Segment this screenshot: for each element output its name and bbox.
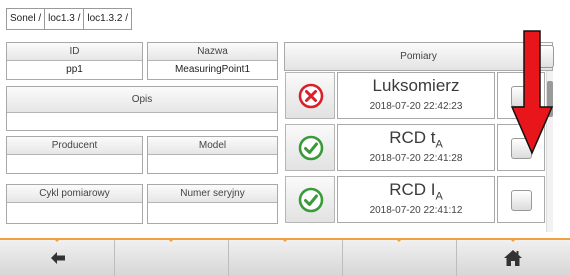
id-field[interactable]: ID pp1: [6, 42, 143, 80]
list-item[interactable]: Luksomierz 2018-07-20 22:42:23: [284, 71, 546, 120]
error-icon: [298, 83, 324, 109]
check-icon: [298, 187, 324, 213]
producent-field[interactable]: Producent: [6, 136, 143, 174]
toolbar-divider: [228, 240, 229, 276]
nazwa-label: Nazwa: [148, 43, 277, 61]
cykl-value[interactable]: [7, 203, 142, 221]
home-button[interactable]: [456, 240, 570, 276]
measurement-info[interactable]: Luksomierz 2018-07-20 22:42:23: [337, 72, 495, 119]
row-check-cell[interactable]: [497, 176, 545, 223]
toolbar-notch: [281, 238, 289, 242]
status-cell: [285, 72, 335, 119]
model-label: Model: [148, 137, 277, 155]
measurement-name: RCD tA: [389, 128, 443, 151]
toolbar-divider: [456, 240, 457, 276]
measurement-date: 2018-07-20 22:41:28: [369, 153, 463, 164]
measurement-name: RCD IA: [389, 180, 443, 203]
breadcrumb-item-loc1-3[interactable]: loc1.3 /: [44, 9, 83, 29]
measurement-name: Luksomierz: [372, 76, 460, 95]
back-arrow-icon: [51, 252, 65, 264]
measurement-info[interactable]: RCD IA 2018-07-20 22:41:12: [337, 176, 495, 223]
producent-value[interactable]: [7, 155, 142, 173]
cykl-label: Cykl pomiarowy: [7, 185, 142, 203]
numer-label: Numer seryjny: [148, 185, 277, 203]
model-value[interactable]: [148, 155, 277, 173]
measurements-list: Luksomierz 2018-07-20 22:42:23 RCD tA 20…: [284, 71, 546, 232]
nazwa-field[interactable]: Nazwa MeasuringPoint1: [147, 42, 278, 80]
model-field[interactable]: Model: [147, 136, 278, 174]
measurement-date: 2018-07-20 22:41:12: [369, 205, 463, 216]
back-button[interactable]: [0, 240, 114, 276]
red-arrow-icon: [510, 30, 554, 155]
cykl-field[interactable]: Cykl pomiarowy: [6, 184, 143, 224]
producent-label: Producent: [7, 137, 142, 155]
opis-value[interactable]: [7, 113, 277, 131]
breadcrumb-item-loc1-3-2[interactable]: loc1.3.2 /: [83, 9, 131, 29]
toolbar-button-3[interactable]: [228, 240, 342, 276]
status-cell: [285, 176, 335, 223]
id-label: ID: [7, 43, 142, 61]
numer-value[interactable]: [148, 203, 277, 221]
app-root: Sonel / loc1.3 / loc1.3.2 / ID pp1 Nazwa…: [0, 0, 570, 276]
bottom-toolbar: [0, 238, 570, 276]
numer-field[interactable]: Numer seryjny: [147, 184, 278, 224]
toolbar-divider: [114, 240, 115, 276]
toolbar-notch: [395, 238, 403, 242]
status-cell: [285, 124, 335, 171]
toolbar-button-2[interactable]: [114, 240, 228, 276]
toolbar-button-4[interactable]: [342, 240, 456, 276]
list-item[interactable]: RCD tA 2018-07-20 22:41:28: [284, 123, 546, 172]
breadcrumb: Sonel / loc1.3 / loc1.3.2 /: [6, 8, 132, 30]
breadcrumb-item-sonel[interactable]: Sonel /: [7, 9, 44, 29]
opis-field[interactable]: Opis: [6, 86, 278, 131]
home-icon: [504, 250, 522, 266]
toolbar-divider: [342, 240, 343, 276]
nazwa-value[interactable]: MeasuringPoint1: [148, 61, 277, 79]
list-item[interactable]: RCD IA 2018-07-20 22:41:12: [284, 175, 546, 224]
row-checkbox[interactable]: [511, 190, 532, 211]
check-icon: [298, 135, 324, 161]
opis-label: Opis: [7, 87, 277, 113]
toolbar-notch: [509, 238, 517, 242]
measurement-info[interactable]: RCD tA 2018-07-20 22:41:28: [337, 124, 495, 171]
toolbar-notch: [167, 238, 175, 242]
id-value[interactable]: pp1: [7, 61, 142, 79]
measurement-date: 2018-07-20 22:42:23: [369, 101, 463, 112]
toolbar-notch: [53, 238, 61, 242]
